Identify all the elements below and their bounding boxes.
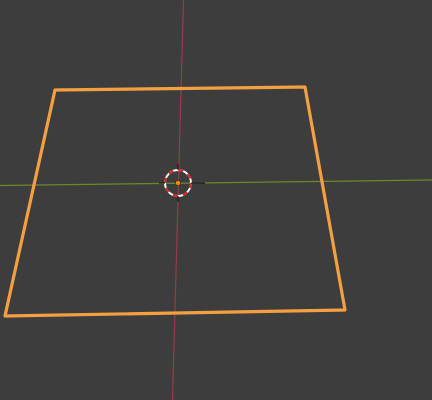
3d-viewport[interactable] xyxy=(0,0,432,400)
viewport-canvas[interactable] xyxy=(0,0,432,400)
object-origin-icon xyxy=(175,180,181,186)
plane-outline[interactable] xyxy=(3,85,347,318)
y-axis-line xyxy=(0,179,432,187)
